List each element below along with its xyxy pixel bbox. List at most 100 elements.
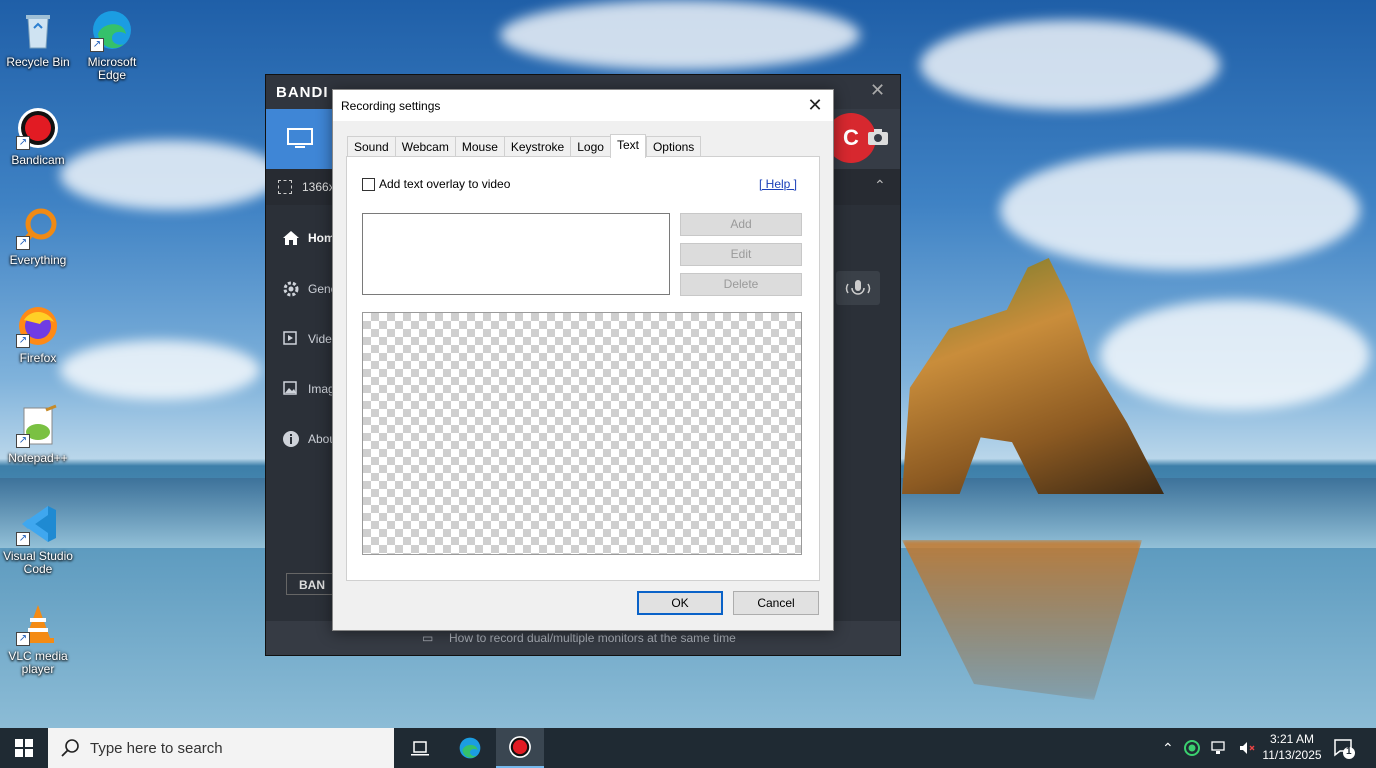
shortcut-arrow-icon: ↗ <box>16 334 30 348</box>
text-overlay-list[interactable] <box>362 213 670 295</box>
microphone-button[interactable] <box>836 271 880 305</box>
taskbar-bandicam-button[interactable] <box>496 728 544 768</box>
capture-size-label: 1366x <box>302 180 335 194</box>
screen-recording-mode-button[interactable] <box>266 109 334 169</box>
cloud <box>60 340 260 400</box>
bandicam-icon <box>509 736 531 758</box>
notification-icon <box>1334 739 1355 759</box>
notification-count-badge: 1 <box>1346 746 1352 757</box>
volume-muted-icon[interactable] <box>1238 740 1256 756</box>
desktop-icon-bandicam[interactable]: ↗ Bandicam <box>0 106 76 167</box>
cloud <box>1000 150 1360 270</box>
info-icon <box>283 431 299 447</box>
bandicam-tray-icon[interactable] <box>1183 740 1200 756</box>
recording-settings-dialog: Recording settings ✕ Sound Webcam Mouse … <box>332 89 834 631</box>
cloud <box>500 0 860 70</box>
tip-link[interactable]: How to record dual/multiple monitors at … <box>449 631 736 645</box>
tab-webcam[interactable]: Webcam <box>394 136 455 158</box>
edge-icon: ↗ <box>90 8 134 52</box>
desktop-icon-label: Recycle Bin <box>6 55 70 69</box>
firefox-icon: ↗ <box>16 304 60 348</box>
desktop-icon-label: Everything <box>9 253 67 267</box>
dialog-close-button[interactable]: ✕ <box>805 95 825 116</box>
tab-logo[interactable]: Logo <box>570 136 610 158</box>
cloud <box>920 20 1220 110</box>
tab-text[interactable]: Text <box>609 134 646 158</box>
tab-options[interactable]: Options <box>645 136 702 158</box>
taskbar-search-box[interactable]: Type here to search <box>48 728 394 768</box>
desktop-icon-vlc[interactable]: ↗ VLC media player <box>0 602 76 676</box>
task-view-button[interactable] <box>396 728 444 768</box>
delete-button[interactable]: Delete <box>680 273 802 296</box>
task-view-icon <box>411 741 429 756</box>
bandicam-close-button[interactable]: ✕ <box>870 80 885 101</box>
notepad-plus-plus-icon: ↗ <box>16 404 60 448</box>
add-text-overlay-option[interactable]: Add text overlay to video <box>362 177 510 191</box>
chevron-up-icon[interactable]: ⌃ <box>874 177 886 194</box>
desktop-icon-firefox[interactable]: ↗ Firefox <box>0 304 76 365</box>
shortcut-arrow-icon: ↗ <box>16 632 30 646</box>
monitor-icon <box>287 128 313 148</box>
taskbar: Type here to search ⌃ 3:21 AM 11/13/2025… <box>0 728 1376 768</box>
shortcut-arrow-icon: ↗ <box>90 38 104 52</box>
desktop-icon-everything[interactable]: ↗ Everything <box>0 206 76 267</box>
add-text-overlay-checkbox[interactable] <box>362 177 375 191</box>
rock-reflection <box>902 540 1142 700</box>
magnifier-icon: ↗ <box>16 206 60 250</box>
tab-sound[interactable]: Sound <box>347 136 395 158</box>
start-button[interactable] <box>0 728 48 768</box>
notification-center-button[interactable]: 1 <box>1332 736 1356 763</box>
microphone-icon <box>845 280 871 295</box>
shortcut-arrow-icon: ↗ <box>16 532 30 546</box>
tab-keystroke[interactable]: Keystroke <box>503 136 571 158</box>
selection-region-icon <box>278 180 292 194</box>
chat-bubble-icon: ▭ <box>422 631 434 645</box>
transparent-preview-area <box>362 312 802 555</box>
taskbar-clock[interactable]: 3:21 AM 11/13/2025 <box>1260 731 1324 763</box>
checkbox-label: Add text overlay to video <box>379 177 511 191</box>
ok-button[interactable]: OK <box>637 591 723 615</box>
bandicam-logo: BANDI <box>276 84 329 101</box>
desktop-icon-label: VLC media player <box>8 649 68 676</box>
desktop-icon-notepad-plus-plus[interactable]: ↗ Notepad++ <box>0 404 76 465</box>
search-icon <box>61 739 79 757</box>
desktop-icon-label: Microsoft Edge <box>87 55 137 82</box>
add-button[interactable]: Add <box>680 213 802 236</box>
shortcut-arrow-icon: ↗ <box>16 136 30 150</box>
settings-tab-strip: Sound Webcam Mouse Keystroke Logo Text O… <box>347 134 702 158</box>
help-link[interactable]: [ Help ] <box>759 177 797 191</box>
desktop-icon-vscode[interactable]: ↗ Visual Studio Code <box>0 502 76 576</box>
desktop-icon-label: Visual Studio Code <box>3 549 73 576</box>
vlc-cone-icon: ↗ <box>16 602 60 646</box>
cancel-button[interactable]: Cancel <box>733 591 819 615</box>
clock-date: 11/13/2025 <box>1262 748 1322 762</box>
desktop-icon-label: Notepad++ <box>8 451 68 465</box>
desktop-icon-microsoft-edge[interactable]: ↗ Microsoft Edge <box>74 8 150 82</box>
tab-mouse[interactable]: Mouse <box>454 136 504 158</box>
image-settings-icon <box>283 381 297 395</box>
edit-button[interactable]: Edit <box>680 243 802 266</box>
search-placeholder: Type here to search <box>90 739 223 757</box>
gear-icon <box>283 281 299 297</box>
edge-icon <box>459 737 481 759</box>
screenshot-camera-icon[interactable] <box>866 127 890 150</box>
cloud <box>60 140 280 210</box>
clock-time: 3:21 AM <box>1269 732 1315 746</box>
bandicam-icon: ↗ <box>16 106 60 150</box>
dialog-titlebar: Recording settings ✕ <box>333 90 833 121</box>
recycle-bin-icon <box>16 8 60 52</box>
taskbar-edge-button[interactable] <box>446 728 494 768</box>
desktop-icon-label: Bandicam <box>11 153 65 167</box>
desktop-icon-recycle-bin[interactable]: Recycle Bin <box>0 8 76 69</box>
home-icon <box>283 231 299 245</box>
cloud <box>1100 300 1370 410</box>
windows-logo-icon <box>15 739 33 757</box>
system-tray: ⌃ <box>1162 728 1256 768</box>
shortcut-arrow-icon: ↗ <box>16 434 30 448</box>
chevron-up-icon[interactable]: ⌃ <box>1162 740 1174 757</box>
dialog-title: Recording settings <box>341 99 441 113</box>
network-icon[interactable] <box>1210 740 1228 756</box>
video-settings-icon <box>283 331 297 345</box>
text-tab-panel: Add text overlay to video [ Help ] Add E… <box>346 156 820 581</box>
shortcut-arrow-icon: ↗ <box>16 236 30 250</box>
